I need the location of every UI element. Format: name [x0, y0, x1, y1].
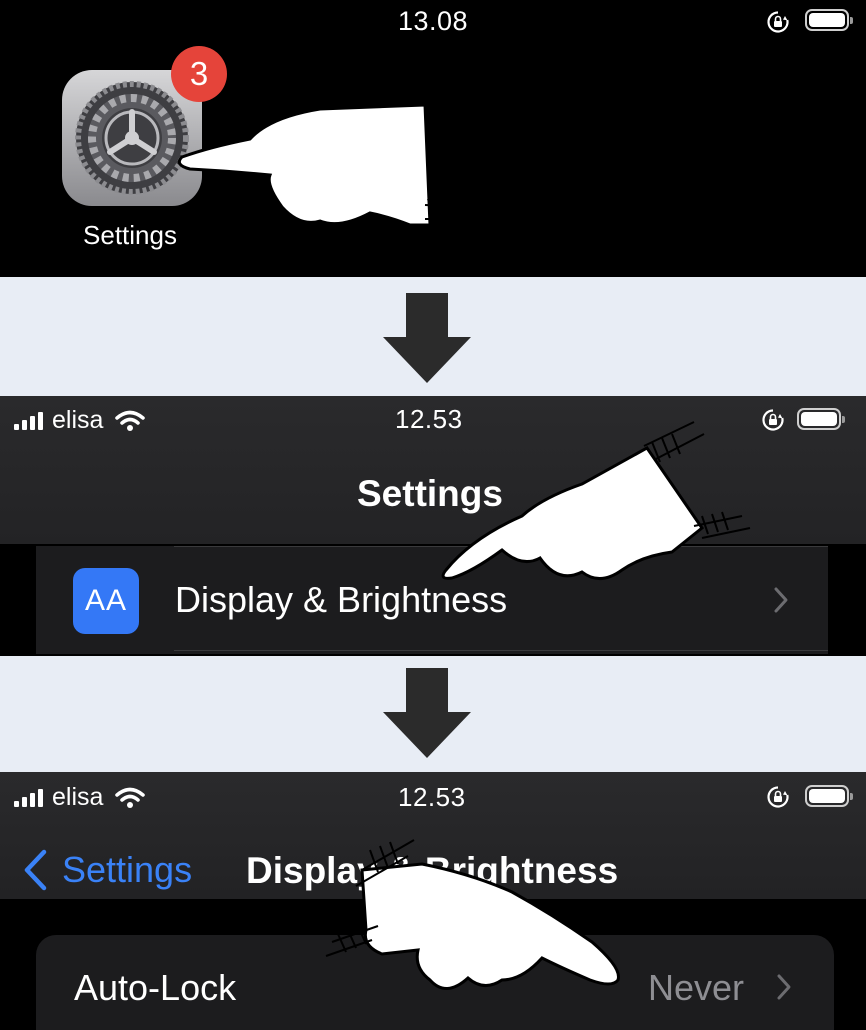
notification-badge: 3: [171, 46, 227, 102]
status-time: 12.53: [398, 782, 466, 812]
display-brightness-icon: AA: [73, 568, 139, 634]
rotation-lock-icon: [767, 11, 789, 33]
row-label: Auto-Lock: [74, 967, 237, 1008]
signal-icon: [14, 788, 43, 807]
pointing-hand-icon: [177, 102, 471, 227]
carrier-status: elisa: [14, 406, 146, 435]
signal-icon: [14, 411, 43, 430]
display-brightness-screen-panel: elisa 12.53 Settings Display & Brightnes…: [0, 772, 866, 1030]
pointing-hand-icon: [441, 421, 751, 580]
home-screen-panel: 13.08 3 Settings: [0, 0, 866, 277]
battery-icon: [805, 785, 853, 807]
row-value: Never: [648, 967, 745, 1008]
battery-icon: [797, 408, 845, 430]
carrier-name: elisa: [52, 406, 104, 434]
chevron-right-icon: [777, 974, 791, 1000]
wifi-icon: [115, 787, 146, 808]
status-time: 13.08: [398, 6, 469, 36]
chevron-right-icon: [774, 587, 788, 613]
rotation-lock-icon: [767, 786, 789, 808]
wifi-icon: [115, 410, 146, 431]
back-button[interactable]: Settings: [22, 848, 192, 892]
back-label: Settings: [62, 849, 193, 890]
chevron-left-icon: [24, 849, 47, 891]
carrier-status: elisa: [14, 783, 146, 812]
carrier-name: elisa: [52, 783, 104, 811]
rotation-lock-icon: [762, 409, 784, 431]
settings-screen-panel: elisa 12.53 Settings AA Display & Bright…: [0, 396, 866, 656]
battery-icon: [805, 9, 853, 31]
pointing-hand-icon: [325, 839, 620, 990]
